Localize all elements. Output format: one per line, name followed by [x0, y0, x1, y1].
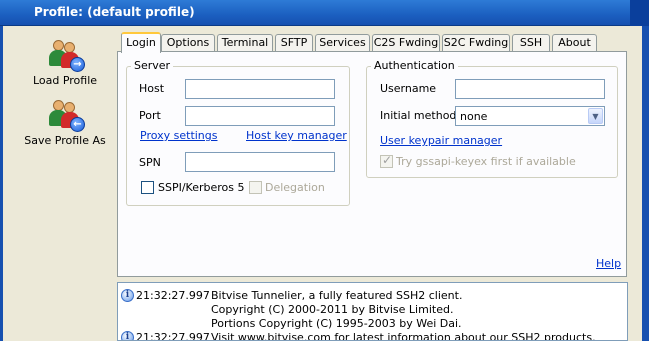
log-line: Visit www.bitvise.com for latest informa…	[211, 331, 596, 341]
arrow-left-icon: ←	[70, 117, 85, 132]
load-profile-label: Load Profile	[32, 74, 98, 87]
initial-method-value: none	[460, 110, 488, 123]
log-line: Bitvise Tunnelier, a fully featured SSH2…	[211, 289, 463, 302]
log-time: 21:32:27.997	[136, 331, 210, 341]
tab-login[interactable]: Login	[121, 32, 161, 53]
load-profile-icon: →	[47, 38, 85, 72]
gssapi-keyex-checkbox[interactable]: ✓	[380, 153, 393, 168]
info-icon: i	[121, 331, 134, 340]
dropdown-arrow-icon[interactable]: ▼	[588, 108, 603, 124]
arrow-right-icon: →	[70, 57, 85, 72]
tab-sftp[interactable]: SFTP	[275, 34, 313, 52]
info-icon: i	[121, 289, 134, 302]
login-tab-panel: Server Host Port Proxy settings Host key…	[117, 51, 627, 277]
host-input[interactable]	[185, 79, 335, 99]
save-profile-icon: ←	[47, 98, 85, 132]
authentication-legend: Authentication	[371, 59, 458, 72]
log-line: Copyright (C) 2000-2011 by Bitvise Limit…	[211, 303, 454, 316]
sspi-kerberos-label: SSPI/Kerberos 5	[158, 181, 245, 194]
port-input[interactable]	[185, 106, 335, 126]
host-key-manager-link[interactable]: Host key manager	[246, 129, 347, 142]
gssapi-keyex-label: Try gssapi-keyex first if available	[396, 155, 576, 168]
load-profile-button[interactable]: → Load Profile	[22, 38, 108, 87]
sspi-kerberos-checkbox[interactable]	[141, 181, 154, 194]
tab-services[interactable]: Services	[315, 34, 370, 52]
username-input[interactable]	[455, 79, 605, 99]
window-border-left	[0, 26, 3, 341]
tab-about[interactable]: About	[552, 34, 597, 52]
initial-method-label: Initial method	[380, 109, 457, 122]
user-keypair-manager-link[interactable]: User keypair manager	[380, 134, 502, 147]
help-link[interactable]: Help	[596, 257, 621, 270]
tab-ssh[interactable]: SSH	[512, 34, 550, 52]
host-label: Host	[139, 82, 165, 95]
delegation-label: Delegation	[265, 181, 325, 194]
initial-method-select[interactable]: none ▼	[455, 106, 605, 126]
tab-terminal[interactable]: Terminal	[217, 34, 273, 52]
port-label: Port	[139, 109, 161, 122]
window-title: Profile: (default profile)	[34, 5, 195, 19]
tab-c2s-fwding[interactable]: C2S Fwding	[372, 34, 440, 52]
spn-label: SPN	[139, 156, 161, 169]
sidebar: → Load Profile ← Save Profile As	[22, 30, 108, 341]
server-legend: Server	[131, 59, 174, 72]
tab-options[interactable]: Options	[161, 34, 215, 52]
log-time: 21:32:27.997	[136, 289, 210, 302]
proxy-settings-link[interactable]: Proxy settings	[140, 129, 218, 142]
spn-input[interactable]	[185, 152, 335, 172]
save-profile-as-label: Save Profile As	[24, 134, 106, 147]
username-label: Username	[380, 82, 437, 95]
title-bar-controls	[630, 0, 649, 26]
window-border-right	[642, 26, 649, 341]
delegation-checkbox[interactable]	[249, 181, 262, 194]
tab-s2c-fwding[interactable]: S2C Fwding	[442, 34, 510, 52]
log-line: Portions Copyright (C) 1995-2003 by Wei …	[211, 317, 462, 330]
log-pane[interactable]: i 21:32:27.997 Bitvise Tunnelier, a full…	[117, 282, 628, 341]
save-profile-as-button[interactable]: ← Save Profile As	[22, 98, 108, 147]
tab-strip: Login Options Terminal SFTP Services C2S…	[117, 32, 599, 53]
